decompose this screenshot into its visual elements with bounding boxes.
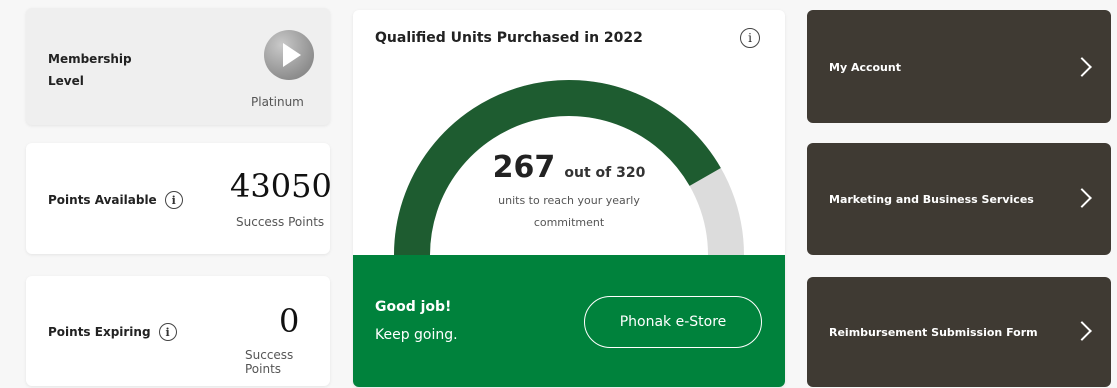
points-available-label-row: Points Available i: [48, 191, 183, 209]
points-expiring-unit: Success Points: [245, 348, 294, 376]
phonak-estore-button[interactable]: Phonak e-Store: [584, 296, 762, 348]
points-expiring-label-row: Points Expiring i: [48, 323, 177, 341]
points-expiring-label: Points Expiring: [48, 325, 151, 339]
chevron-right-icon: [1072, 188, 1092, 208]
play-badge-icon: [264, 30, 314, 80]
units-count: 267: [492, 150, 556, 185]
points-available-card: Points Available i 43050 Success Points: [26, 143, 332, 254]
info-icon[interactable]: i: [158, 323, 177, 341]
chevron-right-icon: [1072, 57, 1092, 77]
points-available-label: Points Available: [48, 193, 157, 207]
encouragement-title: Good job!: [375, 299, 452, 315]
units-target: out of 320: [564, 165, 646, 181]
qualified-units-card: Qualified Units Purchased in 2022 i 267 …: [353, 10, 785, 387]
points-expiring-value: 0: [279, 302, 300, 340]
membership-label: Membership Level: [48, 52, 132, 88]
marketing-business-services-label: Marketing and Business Services: [829, 193, 1034, 206]
points-expiring-card: Points Expiring i 0 Success Points: [26, 276, 330, 386]
my-account-link[interactable]: My Account: [807, 10, 1111, 123]
membership-tier: Platinum: [251, 95, 304, 109]
encouragement-panel: Good job! Keep going. Phonak e-Store: [353, 255, 785, 387]
encouragement-subtitle: Keep going.: [375, 327, 458, 343]
units-caption: units to reach your yearly commitment: [498, 194, 640, 229]
my-account-label: My Account: [829, 61, 901, 74]
points-available-value: 43050: [230, 167, 332, 205]
info-icon[interactable]: i: [164, 191, 183, 209]
reimbursement-form-link[interactable]: Reimbursement Submission Form: [807, 277, 1111, 387]
reimbursement-form-label: Reimbursement Submission Form: [829, 326, 1038, 339]
chevron-right-icon: [1072, 321, 1092, 341]
units-count-row: 267 out of 320: [353, 150, 785, 185]
marketing-business-services-link[interactable]: Marketing and Business Services: [807, 143, 1111, 255]
points-available-unit: Success Points: [236, 215, 325, 229]
membership-card: Membership Level Platinum: [26, 8, 330, 125]
